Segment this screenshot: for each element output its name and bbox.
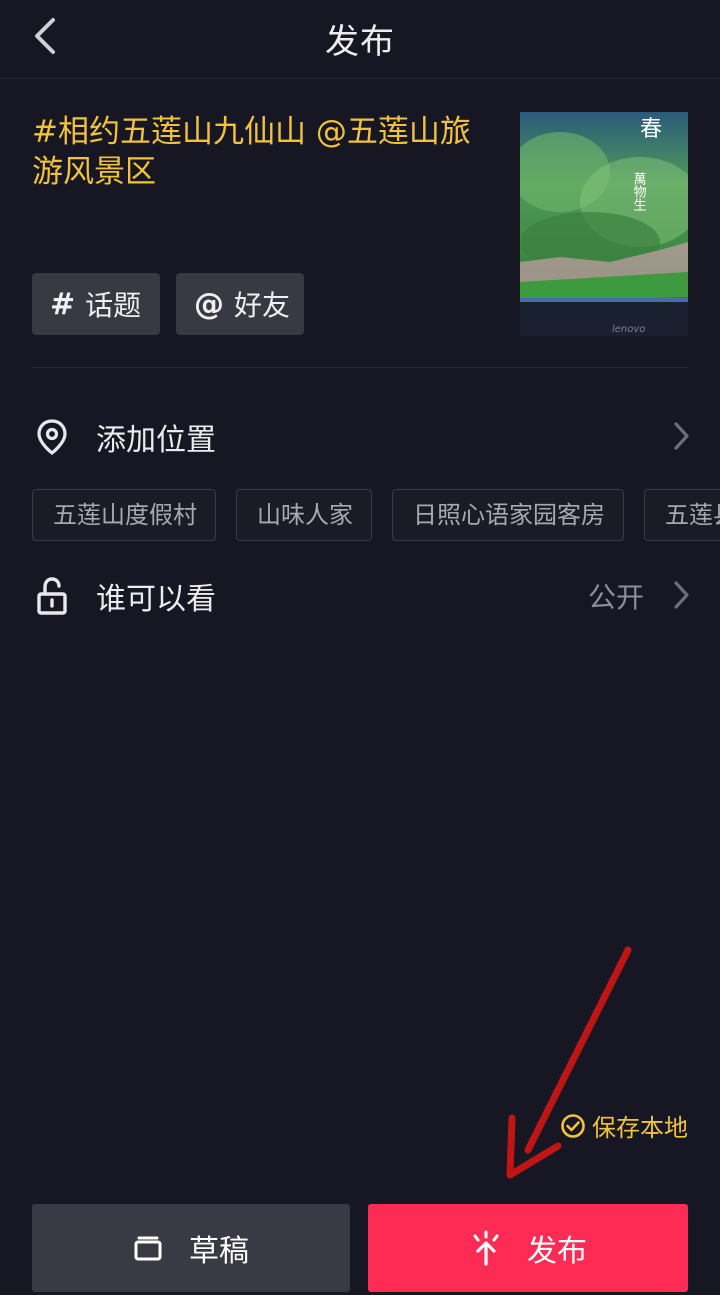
unlock-icon [37,577,67,615]
publish-button-label: 发布 [527,1234,587,1269]
cover-image: 春 萬物生 lenovo [520,112,688,336]
visibility-value: 公开 [587,581,644,614]
location-pin-icon [37,419,67,455]
topic-chip-label: 话题 [85,289,142,322]
video-cover-thumbnail[interactable]: 春 萬物生 lenovo [520,112,688,336]
location-suggestion[interactable]: 五莲县 [644,489,720,541]
upload-sparkle-icon [473,1230,499,1266]
divider [32,367,688,368]
location-suggestion[interactable]: 日照心语家园客房 [392,489,624,541]
add-location-label: 添加位置 [96,423,216,458]
svg-text:萬物生: 萬物生 [631,172,647,211]
chevron-right-icon [674,581,689,609]
save-local-label: 保存本地 [592,1114,688,1142]
mention-chip-label: 好友 [234,289,291,322]
visibility-row[interactable]: 谁可以看 公开 [0,556,720,636]
publish-button[interactable]: 发布 [368,1204,688,1292]
draft-box-icon [134,1236,162,1261]
at-icon: @ [194,286,224,322]
hashtag-icon: # [50,286,76,322]
topic-chip[interactable]: # 话题 [32,273,160,335]
location-suggestion[interactable]: 五莲山度假村 [32,489,216,541]
header-bar: 发布 [0,0,720,79]
svg-text:lenovo: lenovo [612,324,645,335]
check-circle-icon [561,1113,585,1138]
chevron-right-icon [674,422,689,450]
draft-button-label: 草稿 [189,1234,249,1269]
add-location-row[interactable]: 添加位置 [0,397,720,477]
visibility-label: 谁可以看 [96,582,216,617]
save-local-toggle[interactable]: 保存本地 [560,1108,688,1143]
mention-chip[interactable]: @ 好友 [176,273,304,335]
location-suggestion[interactable]: 山味人家 [236,489,372,541]
caption-text[interactable]: #相约五莲山九仙山 @五莲山旅游风景区 [32,112,492,192]
svg-text:春: 春 [640,117,662,142]
draft-button[interactable]: 草稿 [32,1204,350,1292]
page-title: 发布 [325,22,395,62]
